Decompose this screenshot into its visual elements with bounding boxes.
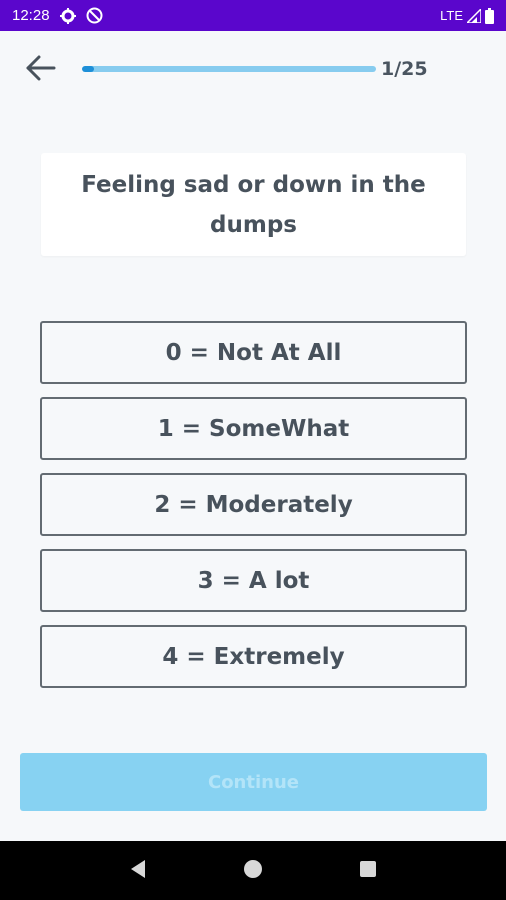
nav-home-button[interactable] (233, 851, 273, 891)
question-card: Feeling sad or down in the dumps (41, 153, 466, 256)
continue-button[interactable]: Continue (20, 753, 487, 811)
status-time: 12:28 (12, 7, 50, 24)
status-bar: 12:28 LTE (0, 0, 506, 31)
answer-options: 0 = Not At All 1 = SomeWhat 2 = Moderate… (40, 321, 467, 701)
option-2-moderately[interactable]: 2 = Moderately (40, 473, 467, 536)
recents-square-icon (359, 860, 377, 882)
network-type: LTE (440, 8, 463, 23)
progress-counter: 1/25 (381, 58, 428, 80)
back-triangle-icon (129, 859, 147, 883)
battery-icon (485, 7, 494, 24)
status-right: LTE (440, 7, 494, 24)
arrow-left-icon (26, 55, 56, 85)
signal-icon (467, 8, 481, 23)
do-not-disturb-icon (86, 7, 103, 24)
option-3-a-lot[interactable]: 3 = A lot (40, 549, 467, 612)
system-nav-bar (0, 841, 506, 900)
home-circle-icon (243, 859, 263, 883)
settings-gear-icon (59, 7, 76, 24)
nav-recents-button[interactable] (348, 851, 388, 891)
progress-bar (82, 66, 376, 72)
option-4-extremely[interactable]: 4 = Extremely (40, 625, 467, 688)
nav-back-button[interactable] (118, 851, 158, 891)
option-1-somewhat[interactable]: 1 = SomeWhat (40, 397, 467, 460)
option-0-not-at-all[interactable]: 0 = Not At All (40, 321, 467, 384)
quiz-header: 1/25 (0, 31, 506, 109)
back-button[interactable] (22, 53, 60, 87)
status-left: 12:28 (12, 7, 103, 24)
progress-fill (82, 66, 94, 72)
question-text: Feeling sad or down in the dumps (81, 171, 426, 238)
